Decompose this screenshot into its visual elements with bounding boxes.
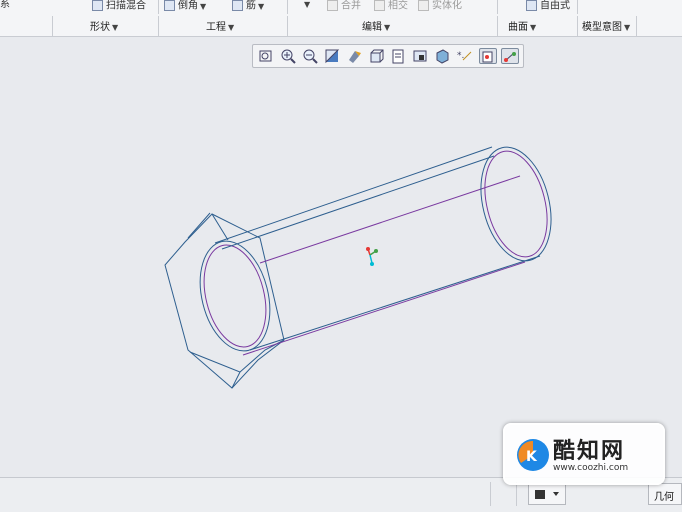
refit-icon bbox=[259, 50, 272, 62]
edit-more-dropdown[interactable]: ▼ bbox=[302, 0, 310, 14]
selection-filter-mini[interactable] bbox=[528, 483, 566, 505]
chevron-down-icon: ▼ bbox=[258, 1, 265, 11]
filter-dropdown[interactable]: 几何 bbox=[648, 483, 682, 505]
chamfer-icon bbox=[164, 0, 175, 11]
sweep-blend-icon bbox=[92, 0, 103, 11]
chamfer-button[interactable]: 倒角 ▼ bbox=[164, 0, 206, 14]
selection-filter-icon bbox=[535, 490, 559, 499]
datum-display-icon: *. bbox=[457, 51, 472, 61]
annotation-display-button[interactable] bbox=[501, 48, 519, 64]
group-surfaces[interactable]: 曲面 ▼ bbox=[508, 18, 536, 33]
spin-center-toggle-icon bbox=[482, 51, 493, 63]
chevron-down-icon: ▼ bbox=[384, 23, 391, 32]
freestyle-icon bbox=[526, 0, 537, 11]
spin-center-button[interactable] bbox=[479, 48, 497, 64]
chevron-down-icon: ▼ bbox=[200, 1, 207, 11]
display-style-icon bbox=[349, 51, 361, 63]
separator bbox=[158, 0, 159, 14]
intersect-icon bbox=[374, 0, 385, 11]
appearance-button[interactable] bbox=[433, 48, 451, 64]
ribbon: 系 扫描混合 倒角 ▼ 筋 ▼ ▼ 合并 相交 实体化 自由式 形状 ▼ 工程 ▼ 编辑… bbox=[0, 0, 682, 37]
saved-views-icon bbox=[370, 49, 384, 63]
svg-text:K: K bbox=[526, 449, 538, 465]
rib-button[interactable]: 筋 ▼ bbox=[232, 0, 264, 14]
coozhi-logo-icon: K bbox=[517, 439, 549, 471]
perspective-view-icon bbox=[413, 50, 427, 62]
chevron-down-icon: ▼ bbox=[112, 23, 119, 32]
solidify-icon bbox=[418, 0, 429, 11]
zoom-out-button[interactable] bbox=[301, 48, 319, 64]
separator bbox=[497, 0, 498, 14]
sweep-blend-button[interactable]: 扫描混合 bbox=[92, 0, 146, 14]
separator bbox=[158, 16, 159, 36]
graphics-viewport[interactable] bbox=[0, 37, 682, 477]
group-edit[interactable]: 编辑 ▼ bbox=[362, 18, 390, 33]
repaint-button[interactable] bbox=[323, 48, 341, 64]
spin-center-icon bbox=[366, 247, 378, 266]
zoom-out-icon bbox=[303, 49, 318, 64]
intersect-button[interactable]: 相交 bbox=[374, 0, 408, 14]
watermark-url: www.coozhi.com bbox=[553, 463, 629, 473]
chevron-down-icon: ▼ bbox=[530, 23, 537, 32]
view-toolbar: *. bbox=[252, 44, 524, 68]
watermark: K 酷知网 www.coozhi.com bbox=[503, 423, 665, 485]
group-engineering[interactable]: 工程 ▼ bbox=[206, 18, 234, 33]
separator bbox=[516, 482, 517, 506]
merge-button[interactable]: 合并 bbox=[327, 0, 361, 14]
datum-display-button[interactable]: *. bbox=[455, 48, 473, 64]
separator bbox=[490, 482, 491, 506]
separator bbox=[287, 16, 288, 36]
solidify-button[interactable]: 实体化 bbox=[418, 0, 462, 14]
watermark-brand: 酷知网 bbox=[553, 439, 626, 464]
display-style-button[interactable] bbox=[345, 48, 363, 64]
zoom-in-button[interactable] bbox=[279, 48, 297, 64]
merge-icon bbox=[327, 0, 338, 11]
group-model-intent[interactable]: 模型意图 ▼ bbox=[582, 18, 630, 33]
separator bbox=[577, 0, 578, 14]
separator bbox=[52, 16, 53, 36]
separator bbox=[287, 0, 288, 14]
ribbon-item-partial[interactable]: 系 bbox=[0, 0, 10, 14]
saved-views-button[interactable] bbox=[367, 48, 385, 64]
chevron-down-icon: ▼ bbox=[304, 0, 311, 9]
freestyle-button[interactable]: 自由式 bbox=[526, 0, 570, 14]
chevron-down-icon: ▼ bbox=[228, 23, 235, 32]
perspective-view-button[interactable] bbox=[411, 48, 429, 64]
view-manager-icon bbox=[392, 49, 404, 64]
view-manager-button[interactable] bbox=[389, 48, 407, 64]
appearance-icon bbox=[436, 49, 449, 64]
group-shape[interactable]: 形状 ▼ bbox=[90, 18, 118, 33]
rib-icon bbox=[232, 0, 243, 11]
separator bbox=[636, 16, 637, 36]
refit-button[interactable] bbox=[257, 48, 275, 64]
separator bbox=[497, 16, 498, 36]
nut-bore-circle[interactable] bbox=[189, 234, 280, 359]
zoom-in-icon bbox=[281, 49, 296, 64]
annotation-display-icon bbox=[504, 52, 516, 62]
repaint-icon bbox=[325, 49, 340, 64]
chevron-down-icon: ▼ bbox=[624, 23, 631, 32]
cylinder-tube[interactable] bbox=[214, 140, 562, 356]
separator bbox=[577, 16, 578, 36]
